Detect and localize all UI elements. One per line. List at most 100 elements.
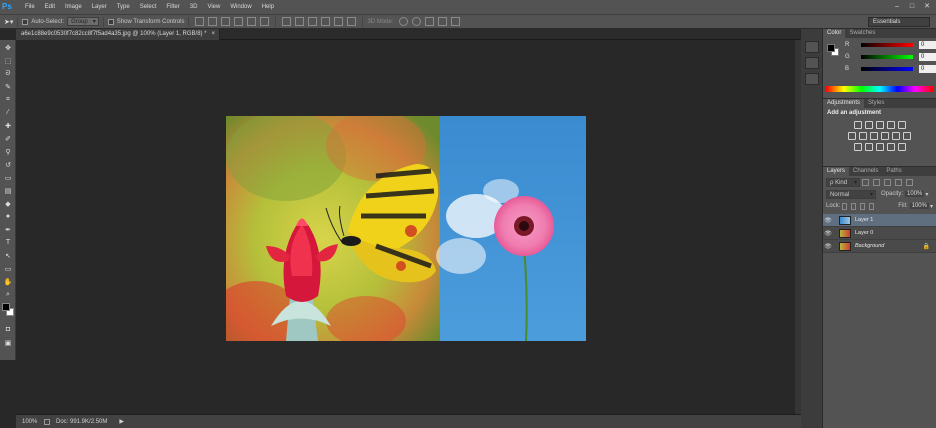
zoom-tool-icon[interactable]: ⌕: [2, 289, 14, 300]
eyedropper-tool-icon[interactable]: ⁄: [2, 107, 14, 118]
filter-smart-icon[interactable]: [906, 178, 913, 186]
menu-select[interactable]: Select: [135, 0, 162, 14]
color-lookup-icon[interactable]: [903, 132, 911, 140]
color-balance-icon[interactable]: [859, 132, 867, 140]
menu-layer[interactable]: Layer: [87, 0, 112, 14]
menu-filter[interactable]: Filter: [161, 0, 184, 14]
distribute-left-icon[interactable]: [321, 17, 331, 26]
quick-mask-icon[interactable]: ◘: [2, 324, 14, 335]
auto-select-dropdown[interactable]: Group: [67, 17, 99, 26]
invert-icon[interactable]: [853, 143, 862, 151]
align-top-icon[interactable]: [195, 17, 205, 26]
menu-type[interactable]: Type: [112, 0, 135, 14]
selective-color-icon[interactable]: [897, 143, 906, 151]
photo-filter-icon[interactable]: [881, 132, 889, 140]
exposure-icon[interactable]: [886, 121, 895, 129]
gradient-tool-icon[interactable]: ▤: [2, 185, 14, 196]
menu-edit[interactable]: Edit: [40, 0, 60, 14]
auto-select-checkbox[interactable]: [22, 18, 29, 25]
move-tool-icon[interactable]: ✥: [2, 42, 14, 53]
shape-tool-icon[interactable]: ▭: [2, 263, 14, 274]
menu-help[interactable]: Help: [257, 0, 279, 14]
lasso-tool-icon[interactable]: ᘐ: [2, 68, 14, 79]
3d-rotate-icon[interactable]: [399, 17, 409, 26]
filter-type-icon[interactable]: [884, 178, 891, 186]
align-right-icon[interactable]: [260, 17, 270, 26]
zoom-level[interactable]: 100%: [22, 419, 44, 425]
tab-swatches[interactable]: Swatches: [845, 29, 879, 38]
status-menu-arrow[interactable]: ▶: [119, 418, 124, 425]
levels-icon[interactable]: [864, 121, 873, 129]
filter-pixel-icon[interactable]: [862, 178, 869, 186]
color-spectrum-bar[interactable]: [826, 86, 933, 92]
pen-tool-icon[interactable]: ✒: [2, 224, 14, 235]
filter-adjustment-icon[interactable]: [873, 178, 880, 186]
status-info-icon[interactable]: [44, 418, 50, 425]
3d-slide-icon[interactable]: [438, 17, 448, 26]
align-bottom-icon[interactable]: [221, 17, 231, 26]
menu-image[interactable]: Image: [60, 0, 87, 14]
workspace-dropdown[interactable]: Essentials: [868, 17, 930, 27]
posterize-icon[interactable]: [864, 143, 873, 151]
history-panel-icon[interactable]: [804, 41, 819, 53]
visibility-eye-icon[interactable]: 👁: [823, 230, 833, 237]
blur-tool-icon[interactable]: ◆: [2, 198, 14, 209]
channel-mixer-icon[interactable]: [892, 132, 900, 140]
menu-view[interactable]: View: [202, 0, 225, 14]
red-slider[interactable]: [861, 43, 913, 47]
layer-row-layer-1[interactable]: 👁 Layer 1: [823, 214, 936, 227]
3d-scale-icon[interactable]: [451, 17, 461, 26]
distribute-center-icon[interactable]: [334, 17, 344, 26]
layer-name[interactable]: Layer 0: [855, 230, 873, 236]
vibrance-icon[interactable]: [897, 121, 906, 129]
lock-all-icon[interactable]: [869, 202, 875, 210]
blend-mode-dropdown[interactable]: Normal: [826, 189, 876, 199]
screen-mode-icon[interactable]: ▣: [2, 337, 14, 348]
layer-row-background[interactable]: 👁 Background 🔒: [823, 240, 936, 253]
menu-3d[interactable]: 3D: [185, 0, 203, 14]
black-white-icon[interactable]: [870, 132, 878, 140]
distribute-bottom-icon[interactable]: [308, 17, 318, 26]
color-swatches[interactable]: [2, 303, 14, 321]
eraser-tool-icon[interactable]: ▭: [2, 172, 14, 183]
tab-layers[interactable]: Layers: [823, 167, 850, 176]
tab-color[interactable]: Color: [823, 29, 846, 38]
document-image[interactable]: [226, 116, 586, 341]
align-middle-icon[interactable]: [208, 17, 218, 26]
align-center-icon[interactable]: [247, 17, 257, 26]
transform-controls-checkbox[interactable]: [107, 18, 114, 25]
minimize-button[interactable]: –: [890, 1, 904, 12]
foreground-color-swatch[interactable]: [2, 303, 10, 311]
hue-saturation-icon[interactable]: [848, 132, 856, 140]
threshold-icon[interactable]: [875, 143, 884, 151]
tab-styles[interactable]: Styles: [864, 99, 888, 108]
menu-window[interactable]: Window: [225, 0, 256, 14]
tab-adjustments[interactable]: Adjustments: [823, 99, 865, 108]
align-left-icon[interactable]: [234, 17, 244, 26]
layer-filter-kind[interactable]: ρ Kind: [826, 177, 860, 187]
layer-name[interactable]: Background: [855, 243, 884, 249]
properties-panel-icon[interactable]: [804, 57, 819, 69]
curves-icon[interactable]: [875, 121, 884, 129]
fill-arrow-icon[interactable]: ▾: [930, 203, 933, 210]
visibility-eye-icon[interactable]: 👁: [823, 217, 833, 224]
distribute-top-icon[interactable]: [282, 17, 292, 26]
3d-roll-icon[interactable]: [412, 17, 422, 26]
tab-close-icon[interactable]: ×: [211, 29, 215, 40]
canvas-area[interactable]: [16, 40, 798, 416]
close-button[interactable]: ✕: [920, 1, 934, 12]
3d-drag-icon[interactable]: [425, 17, 435, 26]
menu-file[interactable]: File: [20, 0, 40, 14]
filter-shape-icon[interactable]: [895, 178, 902, 186]
green-value-field[interactable]: 0: [919, 53, 936, 61]
distribute-right-icon[interactable]: [347, 17, 357, 26]
red-value-field[interactable]: 0: [919, 41, 936, 49]
brightness-contrast-icon[interactable]: [853, 121, 862, 129]
document-tab[interactable]: a6e1c88e9c0530f7c82cc8f7f5ad4a35.jpg @ 1…: [16, 29, 220, 40]
lock-pixels-icon[interactable]: [851, 202, 857, 210]
distribute-middle-icon[interactable]: [295, 17, 305, 26]
tab-channels[interactable]: Channels: [849, 167, 882, 176]
clone-stamp-tool-icon[interactable]: ⚲: [2, 146, 14, 157]
layer-row-layer-0[interactable]: 👁 Layer 0: [823, 227, 936, 240]
character-panel-icon[interactable]: [804, 73, 819, 85]
